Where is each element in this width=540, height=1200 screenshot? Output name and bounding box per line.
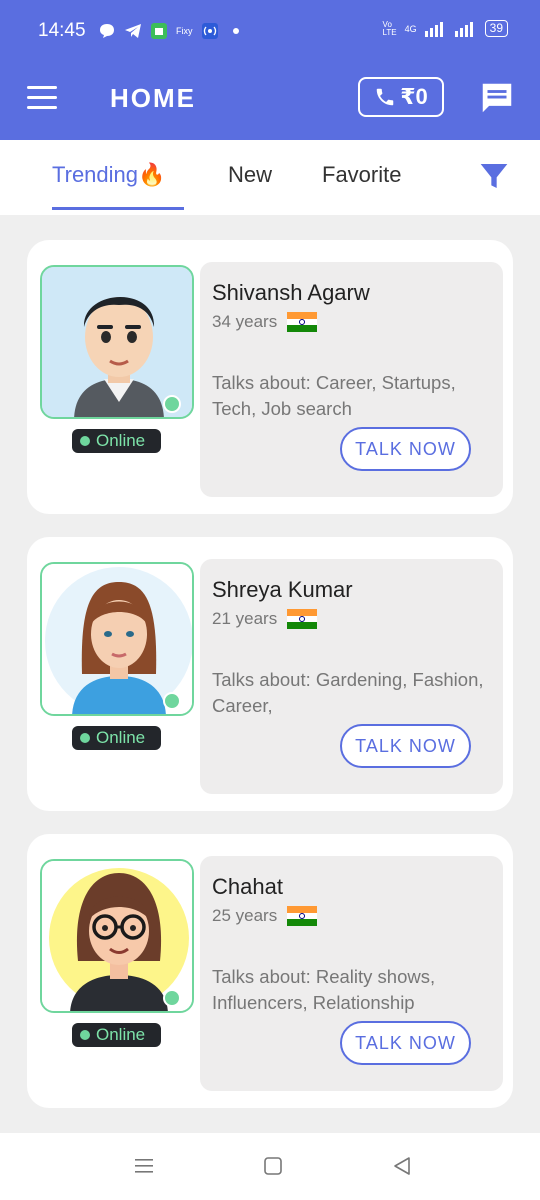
back-triangle-icon[interactable] [392,1156,412,1176]
wallet-amount: ₹0 [400,84,428,109]
system-nav-bar [0,1133,540,1200]
user-card[interactable]: Online Shivansh Agarw 34 years Talks abo… [27,240,513,514]
user-name: Chahat [212,874,283,899]
tab-trending[interactable]: Trending🔥 [52,162,165,188]
user-card[interactable]: Online Shreya Kumar 21 years Talks about… [27,537,513,811]
filter-icon[interactable] [478,160,510,192]
status-time: 14:45 [38,20,86,41]
status-left-icons: Fixy [98,22,245,40]
volte-icon: Vo LTE [382,19,397,37]
online-dot-icon [80,436,90,446]
active-tab-indicator [52,207,184,210]
signal-icon-2 [454,21,473,37]
fixy-label: Fixy [176,26,193,36]
battery-indicator: 39 [484,20,508,37]
tab-bar: Trending🔥 New Favorite [0,140,540,215]
talks-about: Talks about: Career, Startups, Tech, Job… [212,372,456,419]
chat-bubble-icon [100,24,114,38]
age-row: 25 years [212,906,318,926]
status-badge: Online [72,429,161,453]
user-age: 21 years [212,609,278,628]
user-info-panel: Shreya Kumar 21 years Talks about: Garde… [200,559,503,794]
status-label: Online [96,431,146,450]
online-indicator-dot [163,692,181,710]
user-card[interactable]: Online Chahat 25 years Talks about: Real… [27,834,513,1108]
app-bar: HOME ₹0 [0,62,540,140]
status-badge: Online [72,726,161,750]
hamburger-menu-button[interactable] [27,86,57,110]
user-age: 34 years [212,312,278,331]
tab-favorite[interactable]: Favorite [322,162,401,188]
signal-icon [424,21,443,37]
message-icon[interactable] [478,79,516,117]
user-age: 25 years [212,906,278,925]
network-type: 4G [404,23,417,34]
talks-about: Talks about: Reality shows, Influencers,… [212,966,436,1013]
online-dot-icon [80,733,90,743]
india-flag-icon [287,609,318,629]
telegram-icon [125,24,141,38]
home-square-icon[interactable] [263,1156,283,1176]
user-info-panel: Shivansh Agarw 34 years Talks about: Car… [200,262,503,497]
india-flag-icon [287,312,318,332]
app-icon [151,23,167,39]
status-label: Online [96,728,146,747]
talks-about: Talks about: Gardening, Fashion, Career, [212,669,484,716]
online-indicator-dot [163,395,181,413]
phone-icon [376,88,394,106]
talk-now-button[interactable]: TALK NOW [340,724,471,768]
dot-icon [232,28,239,34]
talk-now-button[interactable]: TALK NOW [340,1021,471,1065]
tab-new[interactable]: New [228,162,272,188]
talk-now-button[interactable]: TALK NOW [340,427,471,471]
status-label: Online [96,1025,146,1044]
wallet-call-button[interactable]: ₹0 [358,77,444,117]
age-row: 21 years [212,609,318,629]
menu-icon[interactable] [134,1156,154,1176]
user-info-panel: Chahat 25 years Talks about: Reality sho… [200,856,503,1091]
online-indicator-dot [163,989,181,1007]
user-name: Shivansh Agarw [212,280,370,305]
age-row: 34 years [212,312,318,332]
hotspot-icon [201,23,218,39]
status-right: Vo LTE 4G 39 [383,20,508,37]
india-flag-icon [287,906,318,926]
user-name: Shreya Kumar [212,577,353,602]
page-title: HOME [110,83,196,113]
status-badge: Online [72,1023,161,1047]
online-dot-icon [80,1030,90,1040]
status-bar: 14:45 Fixy Vo LTE 4G 39 [0,0,540,62]
